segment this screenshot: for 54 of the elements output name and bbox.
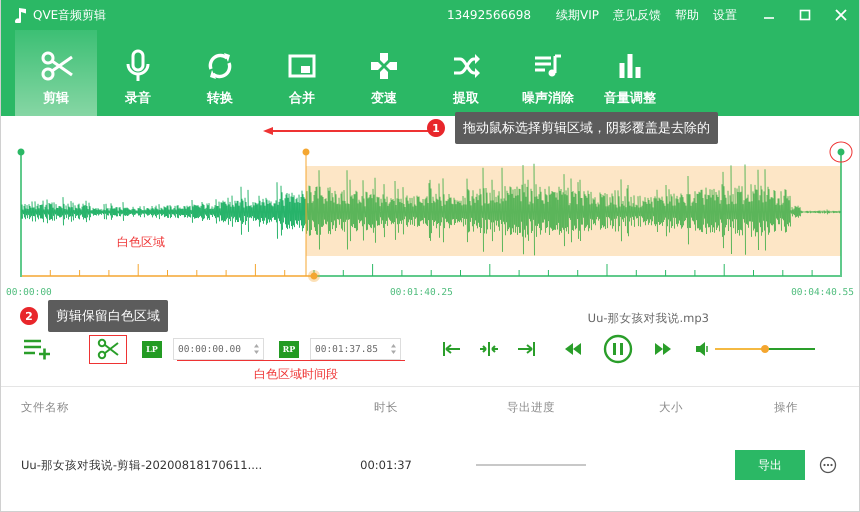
center-icon[interactable] (479, 339, 499, 359)
column-header: 大小 (659, 400, 683, 414)
scissors-icon (97, 338, 119, 360)
scissors-icon (39, 49, 73, 83)
table-cell: 00:01:37 (360, 458, 412, 472)
step-number: 1 (427, 119, 445, 137)
hint-tooltip: 拖动鼠标选择剪辑区域，阴影覆盖是去除的 (455, 112, 718, 144)
header-link[interactable]: 设置 (713, 6, 737, 24)
time-label: 00:01:40.25 (390, 287, 453, 300)
selection-handle[interactable] (302, 148, 310, 276)
table-cell-text: Uu-那女孩对我说-剪辑-20200818170611.... (21, 458, 264, 472)
spinner-arrows-icon[interactable] (390, 343, 397, 355)
more-icon[interactable] (819, 456, 837, 474)
marker-badge: LP (142, 340, 162, 358)
tab[interactable]: 录音 (97, 30, 179, 116)
step-number: 2 (20, 307, 38, 325)
jump-start-icon[interactable] (441, 339, 461, 359)
speaker-icon[interactable] (695, 341, 709, 357)
playhead[interactable] (308, 270, 320, 282)
header-link[interactable]: 帮助 (675, 6, 699, 24)
range-label: 白色区域时间段 (254, 366, 339, 383)
pause-icon[interactable] (603, 334, 633, 364)
column-header: 文件名称 (21, 400, 70, 414)
time-label: 00:00:00 (6, 287, 52, 300)
music-note-icon (15, 7, 27, 23)
maximize-icon[interactable] (797, 7, 813, 23)
end-handle[interactable] (838, 148, 844, 277)
highlight-circle (830, 142, 852, 162)
time-label: 00:04:40.55 (791, 287, 854, 300)
time-field[interactable]: 00:00:00.00 (173, 338, 264, 360)
header-link[interactable]: 续期VIP (556, 6, 599, 24)
tab[interactable]: 合并 (261, 30, 343, 116)
jump-end-icon[interactable] (517, 339, 537, 359)
spinner-arrows-icon[interactable] (253, 343, 260, 355)
tab[interactable]: 转换 (179, 30, 261, 116)
close-icon[interactable] (833, 7, 849, 23)
marker-badge: RP (279, 340, 299, 358)
column-header: 时长 (374, 400, 398, 414)
cut-button[interactable] (89, 334, 127, 364)
file-name: Uu-那女孩对我说.mp3 (588, 311, 709, 326)
add-list-icon[interactable] (23, 338, 51, 360)
column-header: 操作 (774, 400, 798, 414)
hint-tooltip: 剪辑保留白色区域 (48, 300, 168, 332)
column-header: 导出进度 (507, 400, 555, 414)
export-button[interactable]: 导出 (735, 450, 805, 480)
start-handle[interactable] (18, 148, 24, 277)
region-label: 白色区域 (117, 234, 165, 251)
time-field[interactable]: 00:01:37.85 (310, 338, 401, 360)
slider-thumb[interactable] (761, 345, 769, 353)
window-title: QVE音频剪辑 (33, 6, 106, 24)
header-link[interactable]: 意见反馈 (613, 6, 661, 24)
tab[interactable]: 变速 (343, 30, 425, 116)
account-number: 13492566698 (447, 8, 532, 22)
tab[interactable]: 剪辑 (15, 30, 97, 116)
